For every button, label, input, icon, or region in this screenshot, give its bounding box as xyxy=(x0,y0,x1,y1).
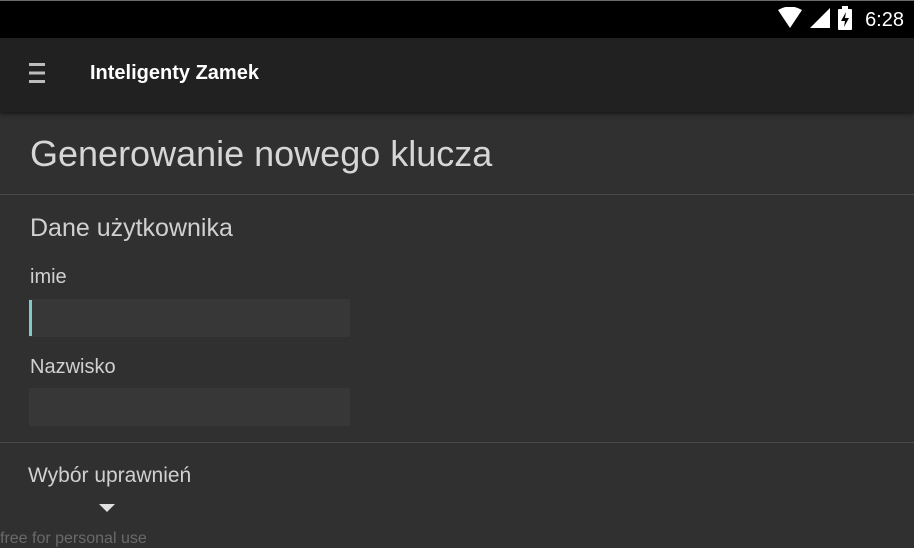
text-cursor xyxy=(29,300,32,336)
watermark: free for personal use xyxy=(0,530,147,547)
section-title-user-data: Dane użytkownika xyxy=(30,214,233,242)
wifi-icon xyxy=(777,6,803,34)
dropdown-arrow-icon[interactable] xyxy=(99,504,115,512)
divider xyxy=(0,442,914,443)
divider xyxy=(0,194,914,195)
permissions-label: Wybór uprawnień xyxy=(28,464,192,487)
cell-signal-icon xyxy=(809,7,831,34)
last-name-input[interactable] xyxy=(29,388,350,426)
page-title: Generowanie nowego klucza xyxy=(30,133,493,174)
status-bar: 6:28 xyxy=(0,0,914,38)
status-time: 6:28 xyxy=(865,8,904,31)
status-icons: 6:28 xyxy=(777,1,904,39)
app-title: Inteligenty Zamek xyxy=(90,62,259,84)
first-name-label: imie xyxy=(30,266,67,288)
first-name-input[interactable] xyxy=(29,299,350,337)
last-name-label: Nazwisko xyxy=(30,356,116,378)
app-bar: Inteligenty Zamek xyxy=(0,38,914,112)
battery-charging-icon xyxy=(837,5,853,35)
menu-button[interactable] xyxy=(20,58,54,92)
hamburger-menu-icon xyxy=(28,62,46,89)
